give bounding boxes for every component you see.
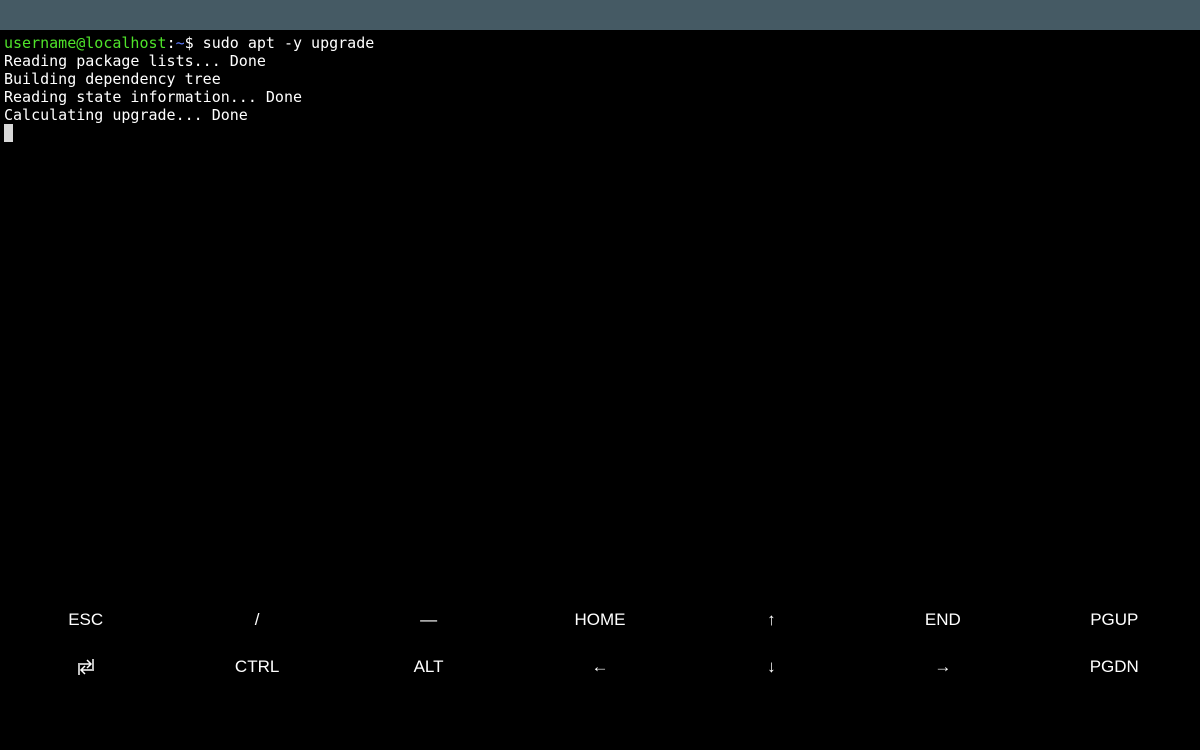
prompt-line: username@localhost:~$ sudo apt -y upgrad… <box>4 34 1200 52</box>
alt-key[interactable]: ALT <box>343 643 514 690</box>
cursor-line <box>4 124 1200 142</box>
dash-key[interactable]: — <box>343 596 514 643</box>
pgdn-key[interactable]: PGDN <box>1029 643 1200 690</box>
text-cursor <box>4 124 13 142</box>
tab-icon <box>76 658 96 676</box>
output-line: Reading package lists... Done <box>4 52 266 70</box>
ctrl-key[interactable]: CTRL <box>171 643 342 690</box>
prompt-path: ~ <box>175 34 185 52</box>
home-key[interactable]: HOME <box>514 596 685 643</box>
prompt-separator: : <box>166 34 176 52</box>
left-arrow-key[interactable]: ← <box>514 643 685 690</box>
esc-key[interactable]: ESC <box>0 596 171 643</box>
end-key[interactable]: END <box>857 596 1028 643</box>
right-arrow-key[interactable]: → <box>857 643 1028 690</box>
prompt-user-host: username@localhost <box>4 34 167 52</box>
prompt-command: sudo apt -y upgrade <box>193 34 375 52</box>
pgup-key[interactable]: PGUP <box>1029 596 1200 643</box>
up-arrow-key[interactable]: ↑ <box>686 596 857 643</box>
slash-key[interactable]: / <box>171 596 342 643</box>
down-arrow-key[interactable]: ↓ <box>686 643 857 690</box>
prompt-symbol: $ <box>184 34 194 52</box>
output-line: Calculating upgrade... Done <box>4 106 248 124</box>
output-line: Reading state information... Done <box>4 88 303 106</box>
extra-keys-bar: ESC / — HOME ↑ END PGUP CTRL ALT ← ↓ → P… <box>0 596 1200 690</box>
output-line: Building dependency tree <box>4 70 221 88</box>
terminal-screen[interactable]: username@localhost:~$ sudo apt -y upgrad… <box>0 30 1200 590</box>
status-bar <box>0 0 1200 30</box>
tab-key[interactable] <box>0 643 171 690</box>
